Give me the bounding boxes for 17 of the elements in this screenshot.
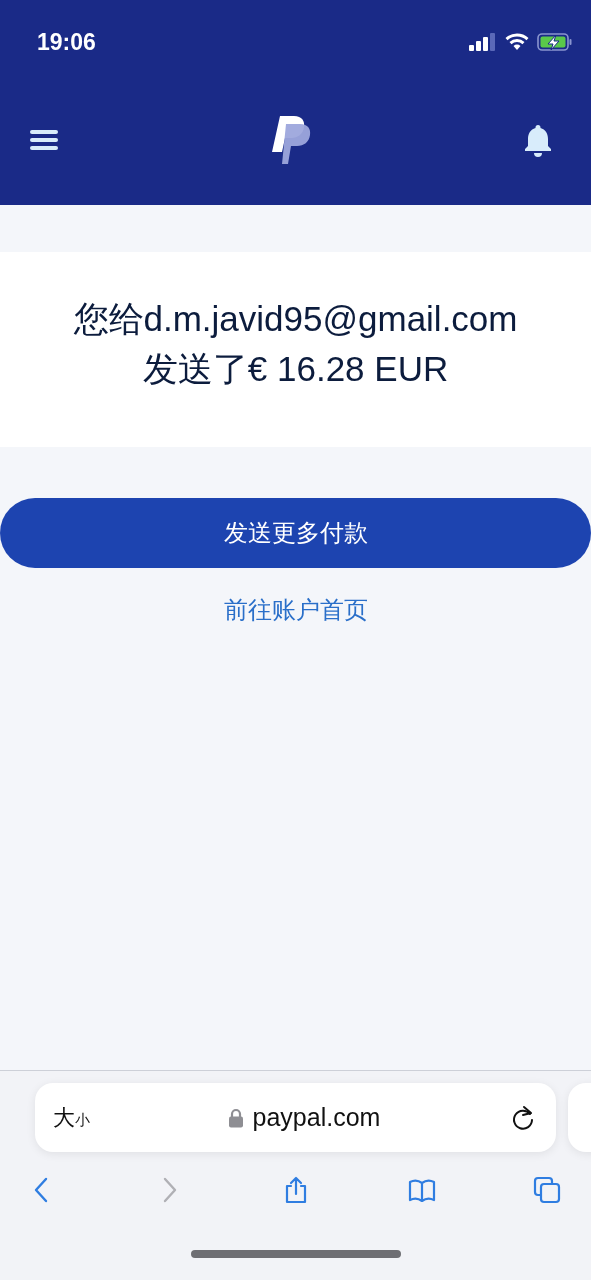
account-home-link[interactable]: 前往账户首页 [223,594,368,626]
confirmation-text: 您给d.m.javid95@gmail.com [73,297,518,340]
status-time: 19:06 [37,28,96,56]
url-text: paypal.com [252,1103,381,1132]
notification-bell-icon[interactable] [523,122,553,157]
lock-icon [227,1107,244,1128]
signal-icon [469,33,497,51]
battery-icon [537,32,573,52]
send-more-button[interactable]: 发送更多付款 [0,498,591,568]
reload-icon[interactable] [510,1104,536,1131]
wifi-icon [505,33,529,51]
text-size-button[interactable]: 大小 [53,1102,90,1133]
menu-icon[interactable] [27,128,61,151]
address-bar[interactable]: 大小 paypal.com [35,1083,556,1152]
confirmation-text: 发送了€ 16.28 EUR [142,347,449,390]
tabs-icon[interactable] [533,1176,561,1204]
logo-icon [272,115,312,164]
